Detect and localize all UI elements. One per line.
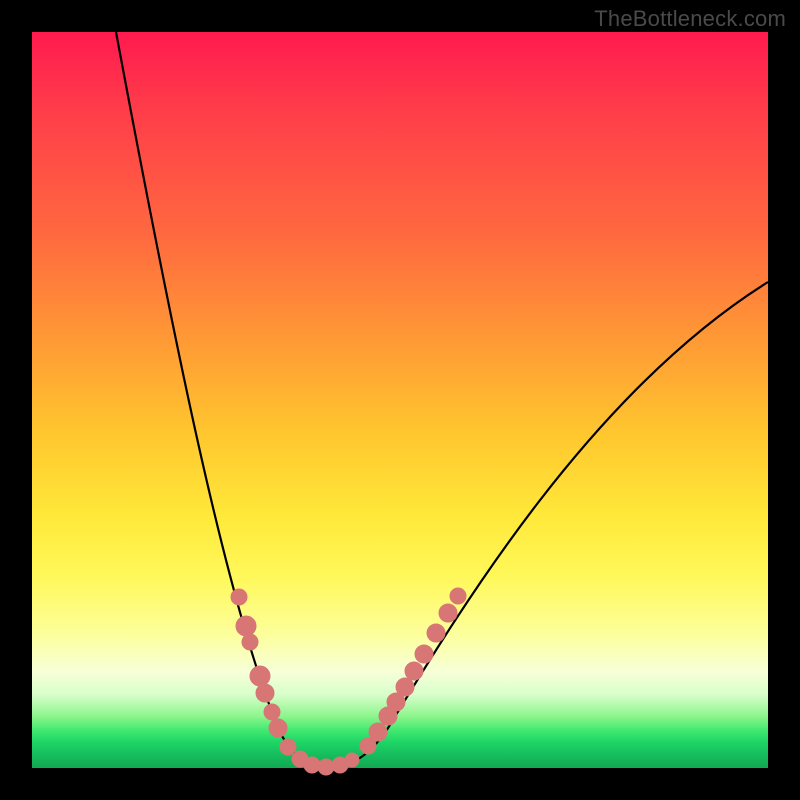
data-marker (280, 739, 296, 755)
chart-frame: TheBottleneck.com (0, 0, 800, 800)
data-marker (264, 704, 280, 720)
data-marker (396, 678, 414, 696)
curve-left (116, 32, 328, 767)
data-marker (369, 723, 387, 741)
curve-group (116, 32, 768, 767)
data-marker (318, 759, 334, 775)
curve-svg (32, 32, 768, 768)
data-marker (415, 645, 433, 663)
data-marker (427, 624, 445, 642)
marker-group (231, 588, 466, 775)
data-marker (304, 757, 320, 773)
data-marker (256, 684, 274, 702)
data-marker (269, 719, 287, 737)
data-marker (236, 616, 256, 636)
data-marker (405, 662, 423, 680)
plot-area (32, 32, 768, 768)
data-marker (439, 604, 457, 622)
data-marker (250, 666, 270, 686)
data-marker (231, 589, 247, 605)
data-marker (242, 634, 258, 650)
data-marker (345, 753, 359, 767)
data-marker (450, 588, 466, 604)
watermark-text: TheBottleneck.com (594, 6, 786, 32)
